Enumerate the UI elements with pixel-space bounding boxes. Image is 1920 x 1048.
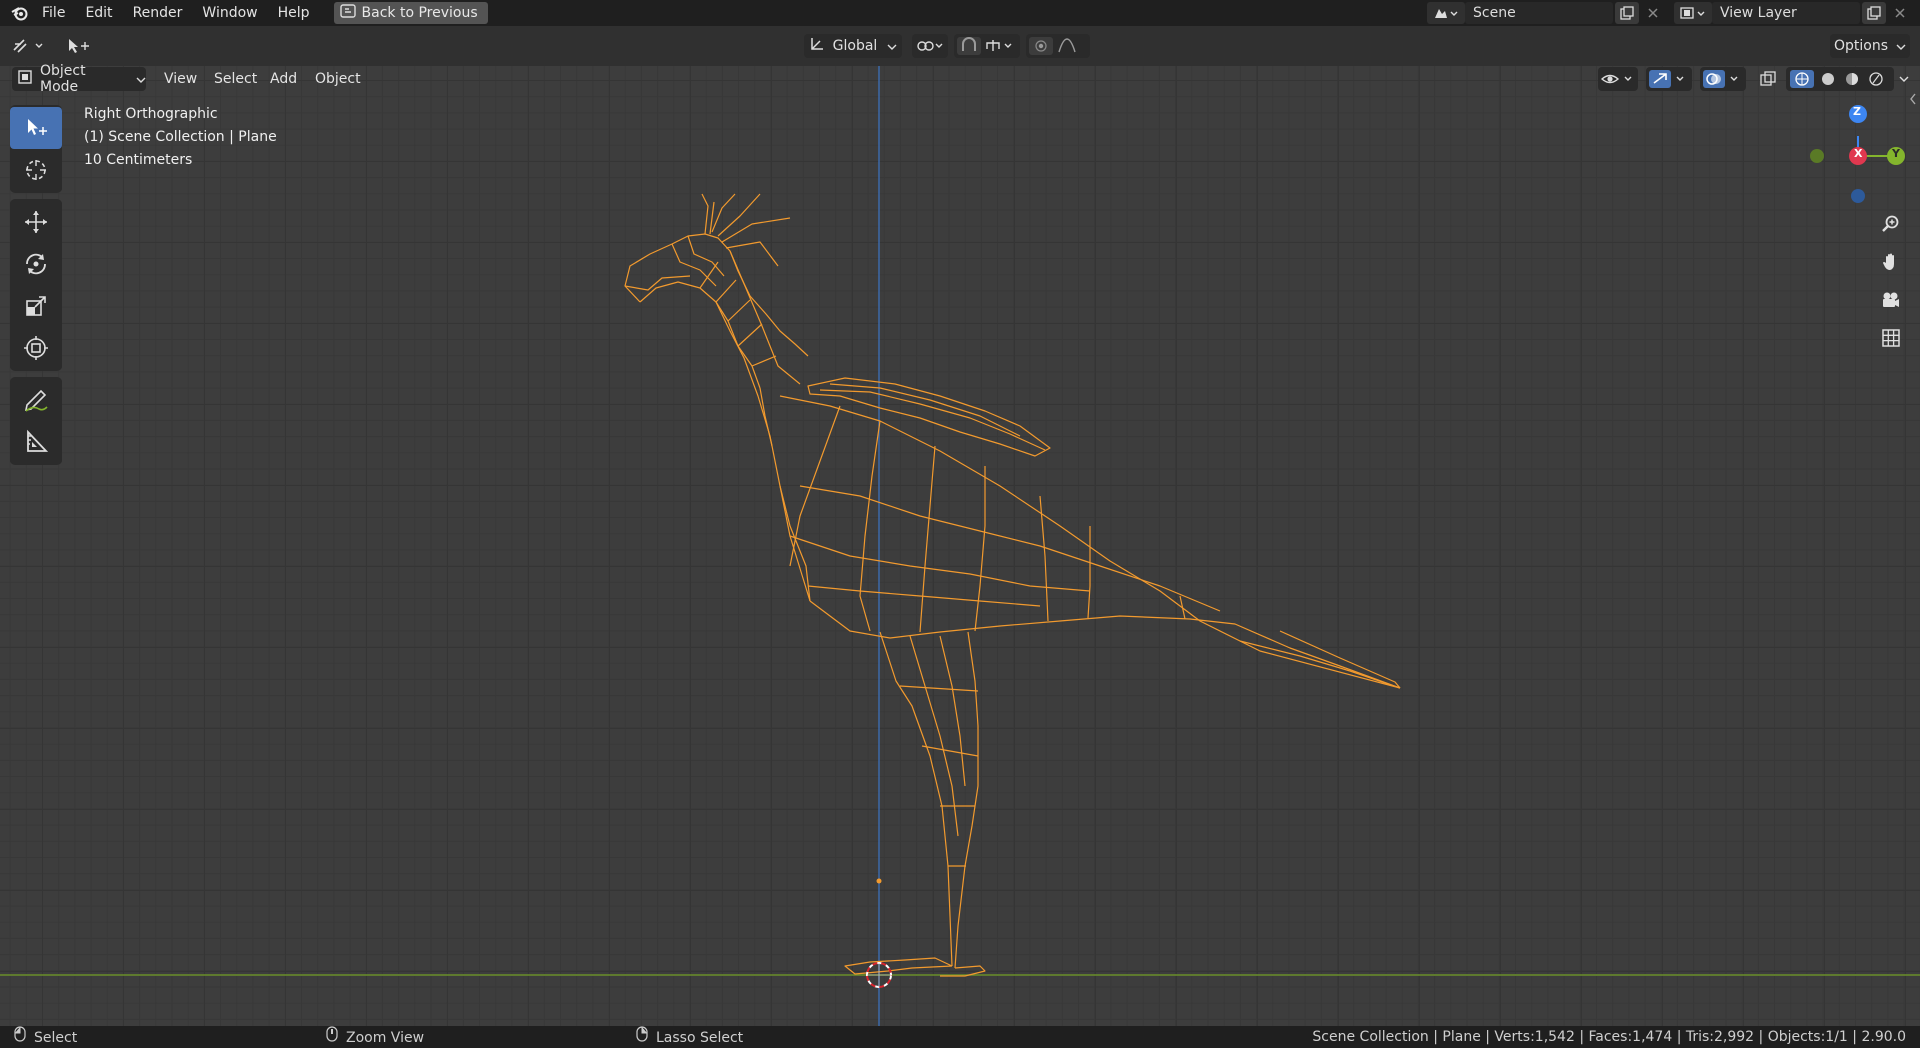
viewport-menu-object[interactable]: Object: [307, 66, 369, 92]
shading-mode-buttons[interactable]: [1786, 67, 1894, 91]
menu-render[interactable]: Render: [123, 0, 193, 26]
options-label: Options: [1833, 38, 1889, 54]
snapping-controls[interactable]: [954, 34, 1020, 58]
rotate-icon[interactable]: [10, 243, 62, 285]
view-layer-browse-button[interactable]: [1674, 2, 1712, 24]
scene-selector: Scene: [1425, 2, 1665, 24]
menu-help[interactable]: Help: [268, 0, 320, 26]
viewport-menu-select[interactable]: Select: [206, 66, 265, 92]
new-scene-button[interactable]: [1615, 2, 1639, 24]
scene-statistics: Scene Collection | Plane | Verts:1,542 |…: [1312, 1026, 1906, 1048]
transform-icon[interactable]: [10, 327, 62, 369]
proportional-editing-controls[interactable]: [1026, 34, 1090, 58]
orientation-icon: [809, 36, 825, 56]
delete-view-layer-button[interactable]: [1888, 2, 1912, 24]
view-layer-name: View Layer: [1720, 5, 1797, 21]
menu-window[interactable]: Window: [192, 0, 267, 26]
view-name-text: Right Orthographic: [84, 106, 218, 122]
menu-file[interactable]: File: [32, 0, 75, 26]
annotate-tool-group: [10, 377, 62, 465]
scale-icon[interactable]: [10, 285, 62, 327]
status-lasso-hint: Lasso Select: [636, 1026, 743, 1048]
mouse-right-icon: [636, 1026, 648, 1048]
tweak-icon[interactable]: [10, 107, 62, 149]
scene-browse-button[interactable]: [1427, 2, 1465, 24]
grid-scale-text: 10 Centimeters: [84, 152, 193, 168]
left-toolbar: [10, 105, 62, 471]
object-origin-dot: [876, 878, 882, 884]
viewport-canvas: [0, 66, 1920, 1026]
viewport-menu-view[interactable]: View: [156, 66, 205, 92]
object-mode-icon: [18, 70, 32, 88]
status-right-action: Lasso Select: [656, 1029, 744, 1046]
shading-options-dropdown[interactable]: [1894, 67, 1914, 91]
menu-edit[interactable]: Edit: [75, 0, 122, 26]
view-layer-name-field[interactable]: View Layer: [1712, 2, 1860, 24]
grid-icon[interactable]: [1875, 322, 1907, 354]
visibility-dropdown[interactable]: [1598, 67, 1638, 91]
new-view-layer-button[interactable]: [1862, 2, 1886, 24]
mouse-middle-icon: [326, 1026, 338, 1048]
viewport-header: Object Mode View Select Add Object: [0, 63, 1920, 95]
overlays-toggle[interactable]: [1700, 67, 1746, 91]
mouse-left-icon: [14, 1026, 26, 1048]
3d-viewport[interactable]: Z X Y Right Orthographic (1) Scene Colle…: [0, 66, 1920, 1026]
measure-icon[interactable]: [10, 421, 62, 463]
transform-tool-group: [10, 199, 62, 371]
transform-orientation-label: Global: [832, 38, 878, 54]
select-box-mode-button[interactable]: [62, 34, 94, 58]
camera-icon[interactable]: [1875, 284, 1907, 316]
status-left-action: Select: [34, 1029, 78, 1046]
blender-logo-icon[interactable]: [8, 2, 32, 24]
top-menu-bar: File Edit Render Window Help Back to Pre…: [0, 0, 1920, 26]
transform-orientation-dropdown[interactable]: Global: [804, 34, 902, 58]
editor-type-button[interactable]: [10, 34, 50, 58]
back-to-previous-label: Back to Previous: [361, 5, 478, 21]
status-select-hint: Select: [14, 1026, 77, 1048]
gizmo-toggle[interactable]: [1646, 67, 1692, 91]
annotate-icon[interactable]: [10, 379, 62, 421]
mode-dropdown[interactable]: Object Mode: [12, 63, 146, 95]
back-to-previous-button[interactable]: Back to Previous: [333, 2, 488, 24]
status-zoom-hint: Zoom View: [326, 1026, 424, 1048]
sidebar-toggle-icon[interactable]: [1908, 92, 1918, 110]
options-dropdown[interactable]: Options: [1830, 34, 1910, 58]
cursor-icon[interactable]: [10, 149, 62, 191]
status-bar: Select Zoom View Lasso Select Scene Coll…: [0, 1026, 1920, 1048]
gizmo-z-label[interactable]: Z: [1853, 105, 1861, 118]
3d-cursor-icon: [866, 962, 892, 988]
zoom-icon[interactable]: [1875, 208, 1907, 240]
mode-label: Object Mode: [40, 63, 86, 95]
chevron-down-icon: [136, 71, 146, 87]
viewport-menu-add[interactable]: Add: [262, 66, 305, 92]
pan-hand-icon[interactable]: [1875, 246, 1907, 278]
collection-text: (1) Scene Collection | Plane: [84, 129, 277, 145]
gizmo-x-label[interactable]: X: [1854, 147, 1862, 160]
move-icon[interactable]: [10, 201, 62, 243]
statistics-text: Scene Collection | Plane | Verts:1,542 |…: [1312, 1029, 1906, 1045]
chevron-down-icon: [1896, 38, 1906, 54]
bird-wireframe-mesh: [624, 193, 1401, 977]
gizmo-y-label[interactable]: Y: [1892, 147, 1900, 160]
view-layer-selector: View Layer: [1672, 2, 1912, 24]
delete-scene-button[interactable]: [1641, 2, 1665, 24]
tool-header: Global Options: [0, 26, 1920, 66]
chevron-down-icon: [887, 38, 897, 54]
select-tool-group: [10, 105, 62, 193]
xray-toggle[interactable]: [1756, 67, 1780, 91]
scene-name-field[interactable]: Scene: [1465, 2, 1613, 24]
scene-name: Scene: [1473, 5, 1516, 21]
status-middle-action: Zoom View: [346, 1029, 425, 1046]
pivot-point-dropdown[interactable]: [912, 34, 948, 58]
screen-back-icon: [339, 4, 356, 22]
